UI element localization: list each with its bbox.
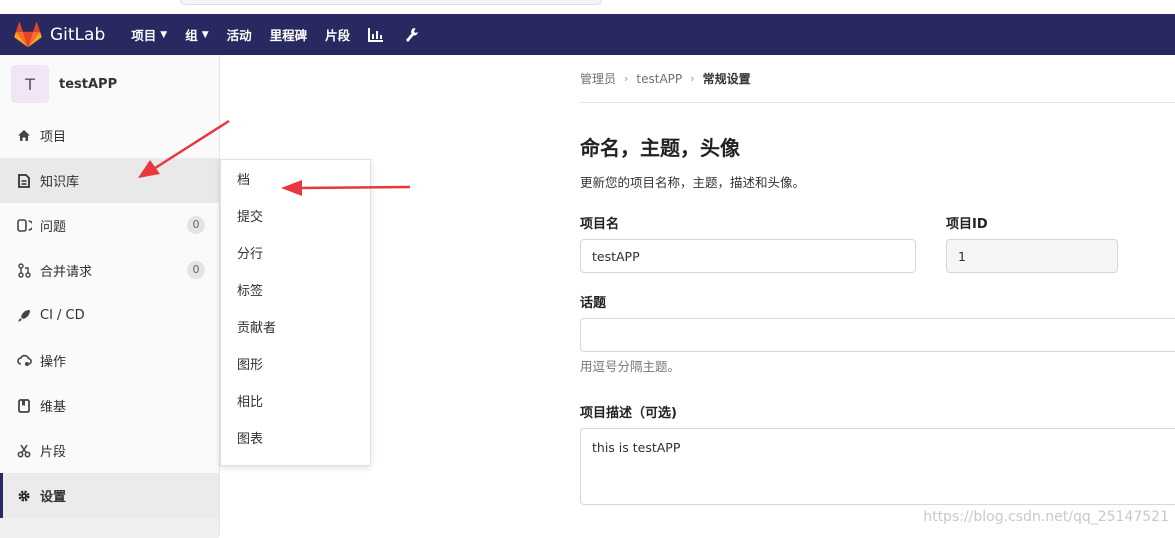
project-name: testAPP	[59, 76, 118, 92]
project-name-value: testAPP	[592, 248, 640, 264]
chevron-down-icon: ▼	[160, 29, 168, 40]
project-header[interactable]: T testAPP	[0, 55, 219, 113]
sidebar-item-label: 操作	[40, 355, 67, 370]
brand-name: GitLab	[50, 24, 106, 45]
avatar-initial: T	[25, 74, 35, 94]
cloud-gear-icon	[16, 353, 32, 369]
sidebar-item-label: 项目	[40, 130, 67, 145]
section-title: 命名，主题，头像	[580, 136, 740, 160]
flyout-item-files[interactable]: 档	[221, 160, 370, 197]
topics-help-text: 用逗号分隔主题。	[580, 359, 681, 374]
issues-icon	[16, 218, 32, 234]
top-navbar: GitLab 项目 ▼ 组 ▼ 活动 里程碑 片段	[0, 14, 1175, 55]
flyout-item-contributors[interactable]: 贡献者	[221, 308, 370, 345]
browser-tab-strip	[0, 0, 1175, 14]
sidebar-item-operations[interactable]: 操作	[0, 338, 219, 383]
project-avatar: T	[11, 65, 49, 103]
project-id-label: 项目ID	[946, 217, 988, 232]
project-id-input[interactable]: 1	[946, 239, 1118, 273]
project-id-value: 1	[958, 248, 966, 264]
sidebar-item-issues[interactable]: 问题 0	[0, 203, 219, 248]
sidebar-item-label: 问题	[40, 220, 67, 235]
sidebar-item-repository[interactable]: 知识库	[0, 158, 219, 203]
gear-icon	[16, 488, 32, 504]
breadcrumb-admin[interactable]: 管理员	[580, 70, 616, 87]
nav-projects-label: 项目	[131, 28, 157, 43]
sidebar-item-settings[interactable]: 设置	[0, 473, 219, 518]
sidebar-item-snippets[interactable]: 片段	[0, 428, 219, 473]
breadcrumb: 管理员 › testAPP › 常规设置	[580, 55, 1175, 103]
flyout-item-graph[interactable]: 图形	[221, 345, 370, 382]
nav-milestones[interactable]: 里程碑	[270, 25, 308, 44]
breadcrumb-project[interactable]: testAPP	[636, 72, 682, 86]
merge-icon	[16, 263, 32, 279]
nav-groups[interactable]: 组 ▼	[185, 25, 208, 44]
sidebar-item-label: 设置	[40, 490, 67, 505]
project-sidebar: T testAPP 项目 知识库 问题 0 合并请求 0 CI / CD 操作 …	[0, 55, 220, 538]
flyout-item-commits[interactable]: 提交	[221, 197, 370, 234]
flyout-item-charts[interactable]: 图表	[221, 419, 370, 456]
chevron-right-icon: ›	[624, 72, 629, 85]
sidebar-item-label: 片段	[40, 445, 67, 460]
nav-snippets-label: 片段	[325, 28, 351, 43]
sidebar-item-ci-cd[interactable]: CI / CD	[0, 293, 219, 338]
nav-projects[interactable]: 项目 ▼	[131, 25, 167, 44]
settings-submenu-stub	[0, 518, 219, 538]
watermark: https://blog.csdn.net/qq_25147521	[923, 509, 1169, 525]
breadcrumb-current[interactable]: 常规设置	[703, 70, 751, 87]
wrench-icon[interactable]	[405, 27, 419, 43]
sidebar-item-label: 合并请求	[40, 265, 93, 280]
doc-icon	[16, 173, 32, 189]
nav-snippets[interactable]: 片段	[325, 25, 350, 44]
flyout-item-tags[interactable]: 标签	[221, 271, 370, 308]
chevron-right-icon: ›	[690, 72, 695, 85]
sidebar-item-wiki[interactable]: 维基	[0, 383, 219, 428]
chart-icon[interactable]	[368, 27, 384, 42]
nav-activity[interactable]: 活动	[227, 25, 252, 44]
nav-groups-label: 组	[185, 28, 198, 43]
gitlab-home-link[interactable]: GitLab	[14, 21, 106, 48]
sidebar-item-merge-requests[interactable]: 合并请求 0	[0, 248, 219, 293]
nav-milestones-label: 里程碑	[269, 28, 308, 43]
description-textarea[interactable]: this is testAPP	[580, 428, 1175, 505]
chevron-down-icon: ▼	[201, 29, 209, 40]
topics-input[interactable]	[580, 318, 1175, 352]
address-bar-edge	[180, 0, 602, 5]
sidebar-item-label: 知识库	[40, 175, 80, 190]
repository-flyout-menu: 档 提交 分行 标签 贡献者 图形 相比 图表	[220, 159, 371, 466]
sidebar-item-label: 维基	[40, 400, 67, 415]
home-icon	[16, 128, 32, 144]
issues-count-badge: 0	[187, 216, 205, 234]
project-name-label: 项目名	[580, 217, 620, 232]
rocket-icon	[16, 308, 32, 324]
topics-label: 话题	[580, 296, 607, 311]
flyout-item-branches[interactable]: 分行	[221, 234, 370, 271]
scissors-icon	[16, 443, 32, 459]
flyout-item-compare[interactable]: 相比	[221, 382, 370, 419]
description-label: 项目描述（可选)	[580, 406, 677, 421]
merge-requests-count-badge: 0	[187, 261, 205, 279]
book-icon	[16, 398, 32, 414]
sidebar-item-project[interactable]: 项目	[0, 113, 219, 158]
sidebar-item-label: CI / CD	[40, 308, 85, 323]
section-description: 更新您的项目名称，主题，描述和头像。	[580, 175, 806, 190]
gitlab-logo-icon	[14, 21, 42, 47]
nav-activity-label: 活动	[226, 28, 252, 43]
description-value: this is testAPP	[592, 440, 681, 455]
project-name-input[interactable]: testAPP	[580, 239, 916, 273]
